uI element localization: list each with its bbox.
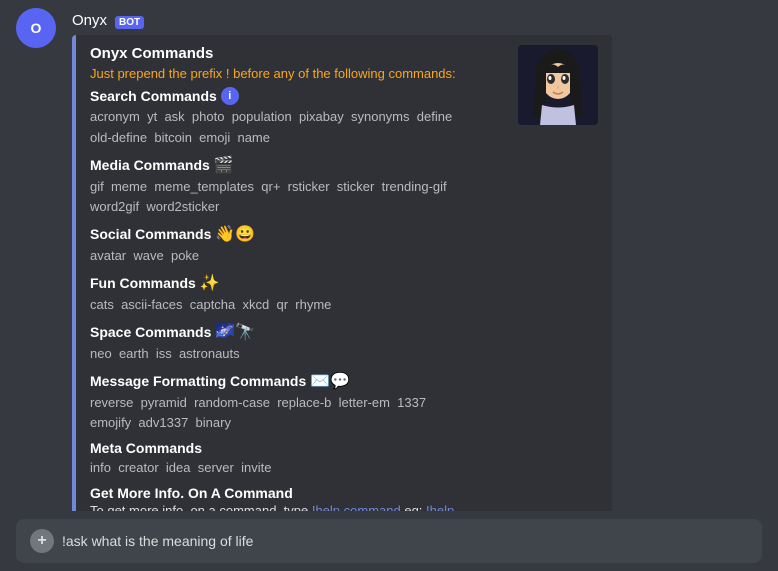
get-more-info-text: To get more info. on a command, type !he… <box>90 503 506 511</box>
embed-thumbnail <box>518 45 598 125</box>
section-title-search: Search Commands i <box>90 87 506 105</box>
section-commands-media: gif meme meme_templates qr+ rsticker sti… <box>90 177 506 219</box>
section-commands-social: avatar wave poke <box>90 246 506 267</box>
info-icon: i <box>221 87 239 105</box>
chat-input[interactable] <box>62 533 748 549</box>
add-button[interactable]: + <box>30 529 54 553</box>
username: Onyx <box>72 12 107 29</box>
message: O Onyx BOT Onyx Commands Just prepend th… <box>72 8 762 511</box>
section-commands-fun: cats ascii-faces captcha xkcd qr rhyme <box>90 295 506 316</box>
embed-description: Just prepend the prefix ! before any of … <box>90 66 506 81</box>
avatar-area: O <box>16 8 56 48</box>
fun-emoji: ✨ <box>200 273 220 293</box>
message-emoji: ✉️💬 <box>310 371 350 391</box>
section-title-message: Message Formatting Commands ✉️💬 <box>90 371 506 391</box>
section-title-social: Social Commands 👋😀 <box>90 224 506 244</box>
get-more-info-title: Get More Info. On A Command <box>90 485 506 501</box>
social-emoji: 👋😀 <box>215 224 255 244</box>
section-title-space: Space Commands 🌌🔭 <box>90 322 506 342</box>
message-content: Onyx BOT Onyx Commands Just prepend the … <box>72 12 762 511</box>
embed: Onyx Commands Just prepend the prefix ! … <box>72 35 612 511</box>
space-emoji: 🌌🔭 <box>215 322 255 342</box>
input-bar: + <box>16 519 762 563</box>
embed-title: Onyx Commands <box>90 45 506 62</box>
bot-tag: BOT <box>115 16 144 29</box>
chat-area: O Onyx BOT Onyx Commands Just prepend th… <box>0 0 778 511</box>
embed-body: Onyx Commands Just prepend the prefix ! … <box>90 45 506 511</box>
section-commands-search: acronym yt ask photo population pixabay … <box>90 107 506 149</box>
section-commands-meta: info creator idea server invite <box>90 458 506 479</box>
media-emoji: 🎬 <box>214 155 234 175</box>
message-header: Onyx BOT <box>72 12 762 29</box>
bot-avatar: O <box>16 8 56 48</box>
section-title-media: Media Commands 🎬 <box>90 155 506 175</box>
section-title-meta: Meta Commands <box>90 440 506 456</box>
section-commands-space: neo earth iss astronauts <box>90 344 506 365</box>
section-commands-message: reverse pyramid random-case replace-b le… <box>90 393 506 435</box>
section-title-fun: Fun Commands ✨ <box>90 273 506 293</box>
